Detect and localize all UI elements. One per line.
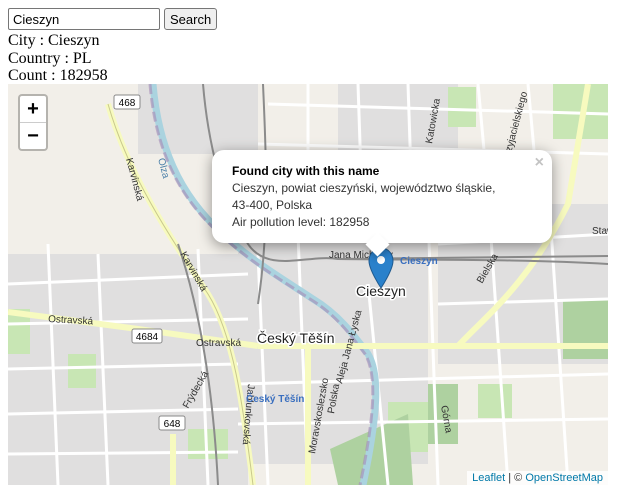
label-station-pl: Cieszyn (400, 256, 438, 267)
search-bar: Search (8, 8, 218, 30)
count-info: Count : 182958 (8, 67, 108, 84)
svg-text:4684: 4684 (136, 332, 159, 343)
popup-title: Found city with this name (232, 164, 380, 178)
svg-text:468: 468 (119, 98, 136, 109)
popup-close-button[interactable]: × (535, 154, 544, 172)
popup-address-line1: Cieszyn, powiat cieszyński, województwo … (232, 181, 496, 195)
attribution-separator: | © (505, 472, 526, 484)
svg-text:648: 648 (164, 419, 181, 430)
leaflet-link[interactable]: Leaflet (472, 472, 505, 484)
label-city-cz: Český Těšín (257, 330, 335, 346)
popup-content: Found city with this name Cieszyn, powia… (232, 163, 495, 231)
label-station-cz: Český Těšín (246, 392, 304, 405)
map-tiles[interactable]: 468 4684 648 Karvinská Karvinská Ostravs… (8, 84, 608, 485)
map-attribution: Leaflet | © OpenStreetMap (467, 471, 608, 485)
city-info: City : Cieszyn (8, 32, 100, 49)
zoom-out-button[interactable]: − (20, 123, 46, 149)
map-view[interactable]: 468 4684 648 Karvinská Karvinská Ostravs… (8, 84, 608, 485)
zoom-in-button[interactable]: + (20, 96, 46, 123)
osm-link[interactable]: OpenStreetMap (525, 472, 603, 484)
label-ostravska2: Ostravská (196, 338, 241, 349)
country-info: Country : PL (8, 50, 92, 67)
popup-address-line2: 43-400, Polska (232, 198, 313, 212)
city-search-input[interactable] (8, 8, 160, 30)
popup-pollution: Air pollution level: 182958 (232, 215, 370, 229)
label-stawowa: Staw (592, 226, 608, 237)
search-button[interactable]: Search (164, 8, 218, 30)
city-popup: × Found city with this name Cieszyn, pow… (212, 150, 552, 257)
zoom-control: + − (18, 94, 48, 151)
